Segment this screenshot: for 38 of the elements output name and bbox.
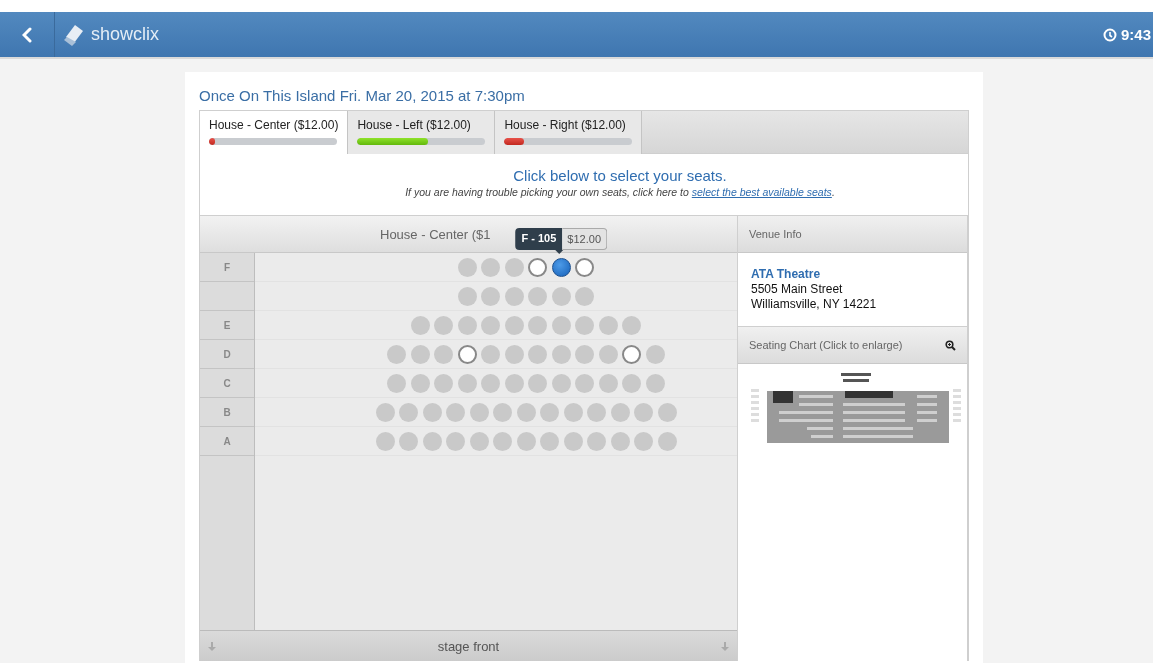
help-text: If you are having trouble picking your own seats, click here to select the best available seats. xyxy=(404,186,836,198)
seat-prompt: Click below to select your seats. xyxy=(512,166,728,184)
panel-heading: Venue Info xyxy=(749,228,802,240)
ticket-logo-icon xyxy=(63,22,85,47)
section-tab[interactable]: House - Right ($12.00) xyxy=(495,111,643,154)
section-tab[interactable]: House - Center ($12.00) xyxy=(200,111,349,154)
zoom-in-icon xyxy=(945,339,956,351)
down-arrow-icon xyxy=(721,641,729,651)
seating-chart-header[interactable]: Seating Chart (Click to enlarge) xyxy=(738,327,967,364)
row-label: D xyxy=(223,348,231,360)
row-label: E xyxy=(223,319,231,331)
best-seats-link[interactable]: select the best available seats xyxy=(691,186,832,198)
row-label: B xyxy=(223,406,231,418)
available-seat[interactable] xyxy=(528,257,548,277)
back-chevron-icon xyxy=(22,26,32,43)
row-label: A xyxy=(223,435,231,447)
row-label: F xyxy=(223,261,231,273)
seat-price: $12.00 xyxy=(562,227,607,250)
clock-icon xyxy=(1102,27,1117,42)
dark-block xyxy=(773,391,793,403)
address-line: 5505 Main Street xyxy=(751,282,844,297)
available-seat[interactable] xyxy=(575,257,595,277)
row-label: C xyxy=(223,377,231,389)
address-line: Williamsville, NY 14221 xyxy=(751,297,878,312)
clock-time: 9:43 xyxy=(1120,26,1151,43)
event-title: Once On This Island Fri. Mar 20, 2015 at 7:30pm xyxy=(199,86,526,106)
panel-heading: Seating Chart (Click to enlarge) xyxy=(749,339,903,351)
seat-number: F - 105 xyxy=(515,227,563,250)
brand-name: showclix xyxy=(91,24,160,45)
available-seat[interactable] xyxy=(622,344,642,364)
section-tab[interactable]: House - Left ($12.00) xyxy=(348,111,496,154)
stage-front-label: stage front xyxy=(436,638,501,654)
available-seat[interactable] xyxy=(457,344,477,364)
down-arrow-icon xyxy=(208,641,216,651)
venue-name[interactable]: ATA Theatre xyxy=(751,267,954,282)
section-heading: House - Center ($1 xyxy=(380,226,491,242)
dark-block xyxy=(845,391,893,398)
chart-title-lines xyxy=(841,373,871,382)
